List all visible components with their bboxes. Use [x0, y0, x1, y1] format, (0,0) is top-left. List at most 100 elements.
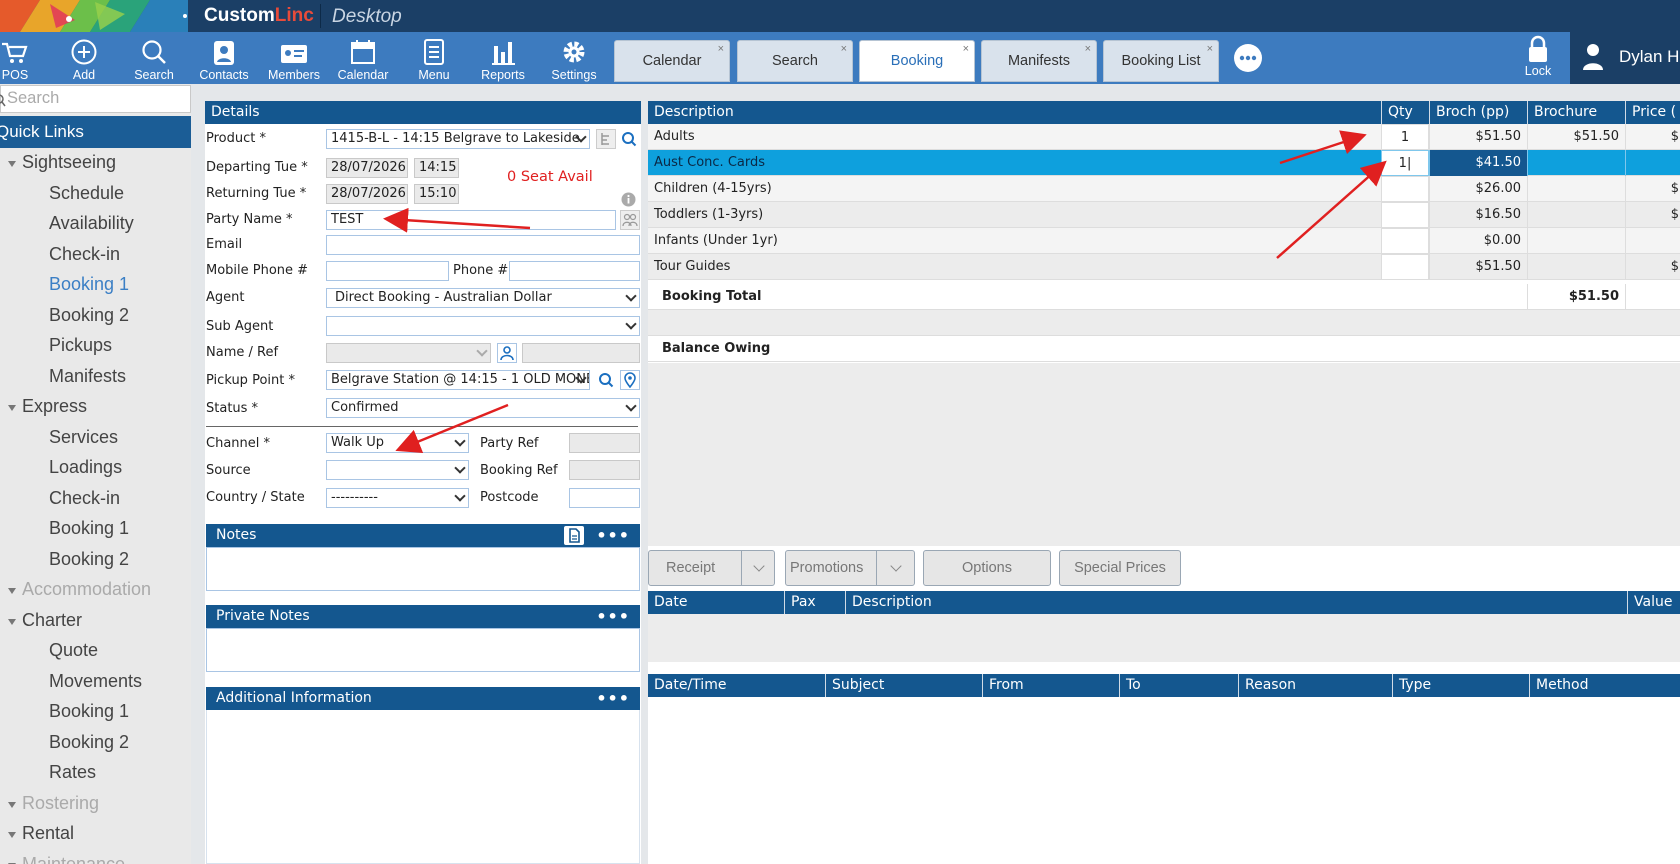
settings-button[interactable]: Settings	[545, 32, 603, 84]
booking-ref-field[interactable]	[569, 460, 640, 480]
sidebar-item[interactable]: Quote	[49, 640, 98, 661]
source-select[interactable]	[326, 460, 469, 480]
fare-row[interactable]: Children (4-15yrs) $26.00 $	[648, 176, 1680, 202]
party-lookup-button[interactable]	[620, 210, 640, 230]
private-notes-more-icon[interactable]: •••	[596, 605, 630, 628]
tab-search[interactable]: Search ×	[737, 40, 853, 82]
mobile-input[interactable]	[326, 261, 449, 281]
sidebar-item[interactable]: Check-in	[49, 244, 120, 265]
product-schedule-button[interactable]	[596, 129, 616, 149]
chevron-down-icon[interactable]	[890, 560, 902, 572]
contact-lookup-button[interactable]	[497, 343, 517, 363]
sub-agent-select[interactable]	[326, 316, 640, 336]
lock-button[interactable]: Lock	[1520, 34, 1556, 84]
sidebar-item[interactable]: Booking 1	[49, 518, 129, 539]
special-prices-button[interactable]: Special Prices	[1059, 550, 1181, 586]
sidebar-item[interactable]: Booking 2	[49, 549, 129, 570]
notes-more-icon[interactable]: •••	[596, 524, 630, 547]
sidebar-item[interactable]: Availability	[49, 213, 134, 234]
private-notes-textarea[interactable]	[206, 628, 640, 672]
fare-qty-input[interactable]	[1381, 254, 1429, 280]
product-select[interactable]: 1415-B-L - 14:15 Belgrave to Lakeside	[326, 129, 590, 149]
pos-button[interactable]: POS	[0, 32, 30, 84]
sidebar-item[interactable]: Booking 2	[49, 732, 129, 753]
members-button[interactable]: Members	[262, 32, 326, 84]
sidebar-item[interactable]: Loadings	[49, 457, 122, 478]
chevron-down-icon[interactable]	[753, 560, 765, 572]
agent-select[interactable]: Direct Booking - Australian Dollar	[326, 288, 640, 308]
sidebar-group[interactable]: Rostering	[8, 793, 99, 814]
phone-input[interactable]	[509, 261, 640, 281]
close-icon[interactable]: ×	[1207, 43, 1213, 55]
add-button[interactable]: Add	[62, 32, 106, 84]
sidebar-group[interactable]: Accommodation	[8, 579, 151, 600]
country-select[interactable]: ----------	[326, 488, 469, 508]
sidebar-item[interactable]: Manifests	[49, 366, 126, 387]
quick-links-header[interactable]: Quick Links	[0, 116, 191, 148]
fare-row[interactable]: Tour Guides $51.50 $	[648, 254, 1680, 280]
sidebar-group[interactable]: Express	[8, 396, 87, 417]
name-ref-select[interactable]	[326, 343, 491, 363]
fare-qty-input[interactable]	[1381, 228, 1429, 254]
additional-info-more-icon[interactable]: •••	[596, 687, 630, 710]
fare-row[interactable]: Aust Conc. Cards 1| $41.50	[648, 150, 1680, 176]
pickup-map-button[interactable]	[620, 370, 640, 390]
fare-qty-input[interactable]	[1381, 176, 1429, 202]
departing-date-field[interactable]: 28/07/2026	[326, 158, 408, 178]
sidebar-item[interactable]: Check-in	[49, 488, 120, 509]
tab-booking[interactable]: Booking ×	[859, 40, 975, 82]
sidebar-item[interactable]: Schedule	[49, 183, 124, 204]
sidebar-item[interactable]: Pickups	[49, 335, 112, 356]
calendar-button[interactable]: Calendar	[333, 32, 393, 84]
fare-qty-input[interactable]: 1	[1381, 124, 1429, 150]
sidebar-group[interactable]: Maintenance	[8, 854, 125, 864]
sidebar-group[interactable]: Sightseeing	[8, 152, 116, 173]
more-tabs-button[interactable]	[1234, 44, 1262, 72]
info-icon[interactable]	[621, 192, 636, 207]
fare-qty-input[interactable]: 1|	[1381, 150, 1429, 176]
sidebar-item[interactable]: Booking 1	[49, 274, 129, 295]
search-button[interactable]: Search	[126, 32, 182, 84]
returning-time-field[interactable]: 15:10	[414, 184, 459, 204]
reports-button[interactable]: Reports	[474, 32, 532, 84]
sidebar-group[interactable]: Charter	[8, 610, 82, 631]
sidebar-item[interactable]: Booking 2	[49, 305, 129, 326]
returning-date-field[interactable]: 28/07/2026	[326, 184, 408, 204]
close-icon[interactable]: ×	[841, 43, 847, 55]
sidebar-search-input[interactable]: Search	[0, 85, 191, 113]
product-search-button[interactable]	[619, 129, 639, 149]
sidebar-group[interactable]: Rental	[8, 823, 74, 844]
party-name-input[interactable]: TEST	[326, 210, 616, 230]
fare-row[interactable]: Toddlers (1-3yrs) $16.50 $	[648, 202, 1680, 228]
tab-calendar[interactable]: Calendar ×	[614, 40, 730, 82]
pickup-search-button[interactable]	[596, 370, 616, 390]
status-select[interactable]: Confirmed	[326, 398, 640, 418]
fare-qty-input[interactable]	[1381, 202, 1429, 228]
tab-booking-list[interactable]: Booking List ×	[1103, 40, 1219, 82]
promotions-button[interactable]: Promotions	[785, 550, 915, 586]
notes-textarea[interactable]	[206, 547, 640, 591]
notes-document-button[interactable]	[564, 526, 584, 545]
close-icon[interactable]: ×	[1085, 43, 1091, 55]
close-icon[interactable]: ×	[963, 43, 969, 55]
pickup-select[interactable]: Belgrave Station @ 14:15 - 1 OLD MONBULK	[326, 370, 590, 390]
party-ref-field[interactable]	[569, 433, 640, 453]
close-icon[interactable]: ×	[718, 43, 724, 55]
postcode-input[interactable]	[569, 488, 640, 508]
sidebar-item[interactable]: Rates	[49, 762, 96, 783]
departing-time-field[interactable]: 14:15	[414, 158, 459, 178]
sidebar-item[interactable]: Movements	[49, 671, 142, 692]
fare-row[interactable]: Infants (Under 1yr) $0.00	[648, 228, 1680, 254]
tab-manifests[interactable]: Manifests ×	[981, 40, 1097, 82]
contacts-button[interactable]: Contacts	[194, 32, 254, 84]
channel-select[interactable]: Walk Up	[326, 433, 469, 453]
user-menu[interactable]: Dylan H	[1570, 32, 1680, 84]
ref-field[interactable]	[522, 343, 640, 363]
fare-row[interactable]: Adults 1 $51.50 $51.50 $	[648, 124, 1680, 150]
sidebar-item[interactable]: Booking 1	[49, 701, 129, 722]
sidebar-item[interactable]: Services	[49, 427, 118, 448]
email-input[interactable]	[326, 235, 640, 255]
menu-button[interactable]: Menu	[410, 32, 458, 84]
options-button[interactable]: Options	[923, 550, 1051, 586]
receipt-button[interactable]: Receipt	[648, 550, 775, 586]
